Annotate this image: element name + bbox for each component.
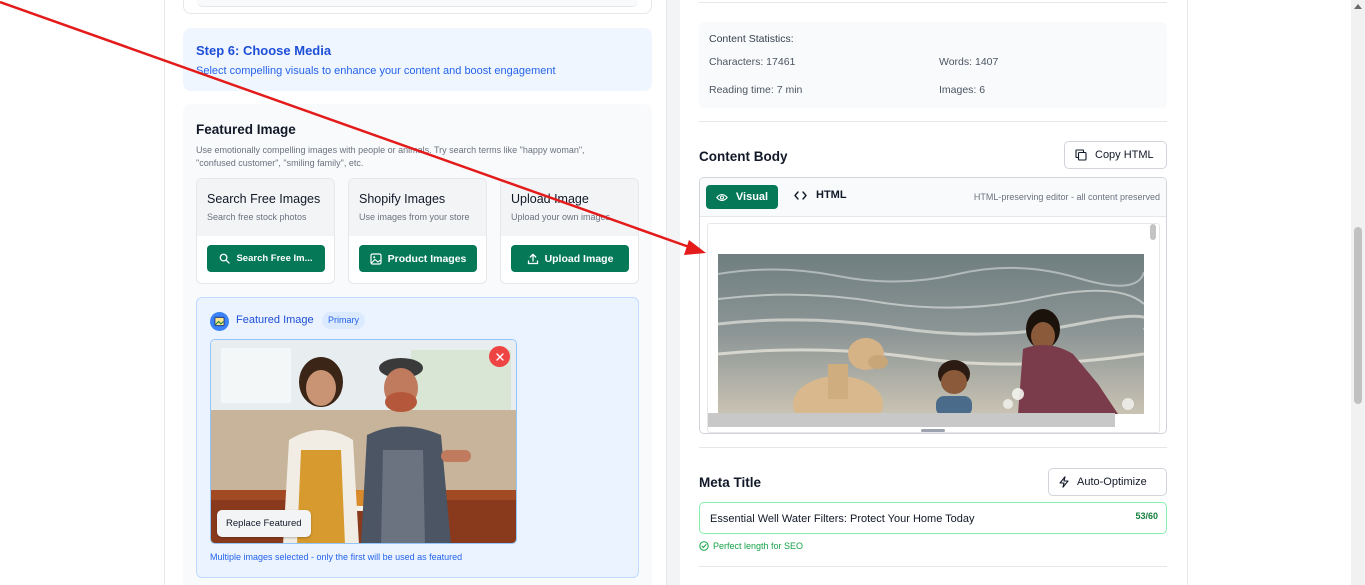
words-stat: Words: 1407 bbox=[939, 56, 999, 68]
reading-time-stat: Reading time: 7 min bbox=[709, 84, 803, 96]
resize-handle[interactable] bbox=[921, 429, 945, 432]
images-stat: Images: 6 bbox=[939, 84, 986, 96]
search-icon bbox=[220, 253, 231, 264]
button-label: Upload Image bbox=[544, 252, 614, 265]
auto-optimize-button[interactable]: Auto-Optimize bbox=[1048, 468, 1167, 496]
step-title: Step 6: Choose Media bbox=[196, 43, 332, 58]
divider bbox=[699, 121, 1167, 122]
scroll-up-arrow-icon[interactable] bbox=[1354, 4, 1362, 9]
button-label: Copy HTML bbox=[1095, 149, 1154, 161]
upload-image-card: Upload Image Upload your own images Uplo… bbox=[500, 178, 639, 284]
search-free-images-card: Search Free Images Search free stock pho… bbox=[196, 178, 335, 284]
step-banner: Step 6: Choose Media Select compelling v… bbox=[183, 28, 652, 91]
meta-title-input[interactable]: Essential Well Water Filters: Protect Yo… bbox=[699, 502, 1167, 534]
column-gutter bbox=[667, 0, 680, 585]
remove-featured-image-button[interactable] bbox=[489, 346, 510, 367]
option-title: Upload Image bbox=[511, 192, 589, 206]
tab-visual[interactable]: Visual bbox=[706, 185, 778, 209]
tab-html[interactable]: HTML bbox=[794, 189, 847, 201]
meta-title-hint: Perfect length for SEO bbox=[699, 541, 803, 551]
featured-image-section: Featured Image Use emotionally compellin… bbox=[183, 104, 652, 585]
primary-badge: Primary bbox=[322, 312, 365, 329]
editor-content-area[interactable] bbox=[707, 223, 1160, 433]
replace-featured-button[interactable]: Replace Featured bbox=[217, 510, 311, 537]
tab-label: Visual bbox=[735, 191, 769, 203]
editor-vertical-scrollbar[interactable] bbox=[1150, 224, 1156, 240]
button-label: Auto-Optimize bbox=[1077, 476, 1147, 488]
hint-text: Perfect length for SEO bbox=[713, 541, 804, 551]
featured-image-note: Multiple images selected - only the firs… bbox=[210, 552, 463, 562]
divider bbox=[699, 447, 1167, 448]
button-label: Product Images bbox=[387, 252, 467, 265]
scrollbar-thumb[interactable] bbox=[1354, 227, 1362, 404]
content-image bbox=[718, 254, 1144, 414]
previous-step-card bbox=[183, 0, 652, 14]
search-free-images-button[interactable]: Search Free Im... bbox=[207, 245, 325, 272]
upload-icon bbox=[527, 253, 538, 264]
option-subtitle: Use images from your store bbox=[359, 212, 470, 222]
content-statistics: Content Statistics: Characters: 17461 Wo… bbox=[699, 22, 1167, 108]
featured-image-description: Use emotionally compelling images with p… bbox=[196, 145, 585, 168]
divider bbox=[699, 566, 1167, 567]
featured-image-title: Featured Image bbox=[196, 122, 296, 137]
shopify-images-card: Shopify Images Use images from your stor… bbox=[348, 178, 487, 284]
page: Step 6: Choose Media Select compelling v… bbox=[0, 0, 1365, 585]
copy-html-button[interactable]: Copy HTML bbox=[1064, 141, 1167, 169]
option-title: Search Free Images bbox=[207, 192, 321, 206]
characters-stat: Characters: 17461 bbox=[709, 56, 796, 68]
code-icon bbox=[794, 190, 807, 200]
check-circle-icon bbox=[699, 541, 709, 551]
content-statistics-title: Content Statistics: bbox=[709, 33, 794, 45]
step-description: Select compelling visuals to enhance you… bbox=[196, 65, 556, 77]
image-icon bbox=[370, 252, 382, 265]
editor-toolbar: Visual HTML HTML-preserving editor - all… bbox=[700, 178, 1166, 217]
meta-title-heading: Meta Title bbox=[699, 475, 762, 490]
featured-image-label: Featured Image bbox=[236, 314, 314, 326]
option-title: Shopify Images bbox=[359, 192, 446, 206]
featured-image-preview: Featured Image Primary Replace Featured … bbox=[196, 297, 639, 578]
editor-horizontal-scrollbar[interactable] bbox=[708, 413, 1115, 427]
image-icon bbox=[210, 312, 229, 331]
meta-title-value: Essential Well Water Filters: Protect Yo… bbox=[710, 513, 975, 525]
product-images-button[interactable]: Product Images bbox=[359, 245, 477, 272]
tab-label: HTML bbox=[816, 189, 847, 201]
content-editor: Visual HTML HTML-preserving editor - all… bbox=[699, 177, 1167, 434]
close-icon bbox=[495, 352, 504, 361]
editor-note: HTML-preserving editor - all content pre… bbox=[973, 192, 1160, 202]
button-label: Search Free Im... bbox=[236, 253, 313, 264]
upload-image-button[interactable]: Upload Image bbox=[511, 245, 629, 272]
eye-icon bbox=[715, 193, 728, 201]
option-subtitle: Search free stock photos bbox=[207, 212, 307, 222]
meta-title-char-count: 53/60 bbox=[1135, 511, 1158, 521]
option-subtitle: Upload your own images bbox=[511, 212, 611, 222]
page-scrollbar[interactable] bbox=[1351, 0, 1365, 585]
content-body-title: Content Body bbox=[699, 149, 788, 164]
copy-icon bbox=[1075, 149, 1087, 161]
divider bbox=[699, 2, 1167, 3]
lightning-icon bbox=[1059, 476, 1069, 488]
